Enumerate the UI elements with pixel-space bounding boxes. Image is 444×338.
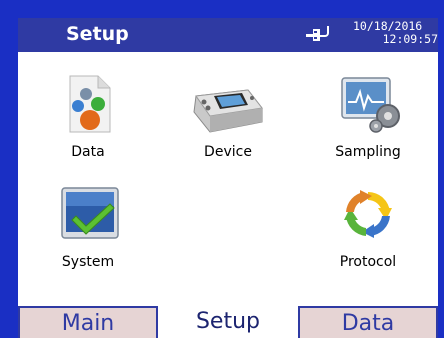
data-icon [69, 75, 111, 133]
tab-data[interactable]: Data [298, 306, 438, 338]
tab-main[interactable]: Main [18, 306, 158, 338]
device-icon [193, 89, 263, 133]
datetime-display: 10/18/2016 12:09:57 [344, 20, 438, 50]
page-title: Setup [66, 23, 129, 45]
system-icon [61, 187, 119, 239]
sampling-icon [341, 77, 400, 133]
screen: Setup 10/18/2016 12:09:57 Data Device Sa… [18, 18, 438, 338]
time-text: 12:09:57 [382, 32, 438, 46]
bottom-tab-bar: Main Setup Data [18, 306, 438, 338]
menu-item-protocol[interactable]: Protocol [318, 184, 418, 274]
menu-item-sampling[interactable]: Sampling [318, 74, 418, 164]
menu-item-label: Sampling [335, 144, 401, 160]
menu-item-system[interactable]: System [38, 184, 138, 274]
menu-item-label: System [61, 254, 115, 270]
menu-item-label: Data [71, 144, 105, 160]
protocol-icon [344, 190, 392, 238]
title-bar: Setup 10/18/2016 12:09:57 [18, 18, 438, 52]
menu-item-device[interactable]: Device [178, 74, 278, 164]
menu-item-data[interactable]: Data [38, 74, 138, 164]
plug-icon [306, 26, 329, 41]
tab-setup[interactable]: Setup [158, 306, 298, 338]
device-frame: Setup 10/18/2016 12:09:57 Data Device Sa… [0, 0, 444, 338]
menu-item-label: Device [204, 144, 252, 160]
menu-item-label: Protocol [339, 254, 397, 270]
